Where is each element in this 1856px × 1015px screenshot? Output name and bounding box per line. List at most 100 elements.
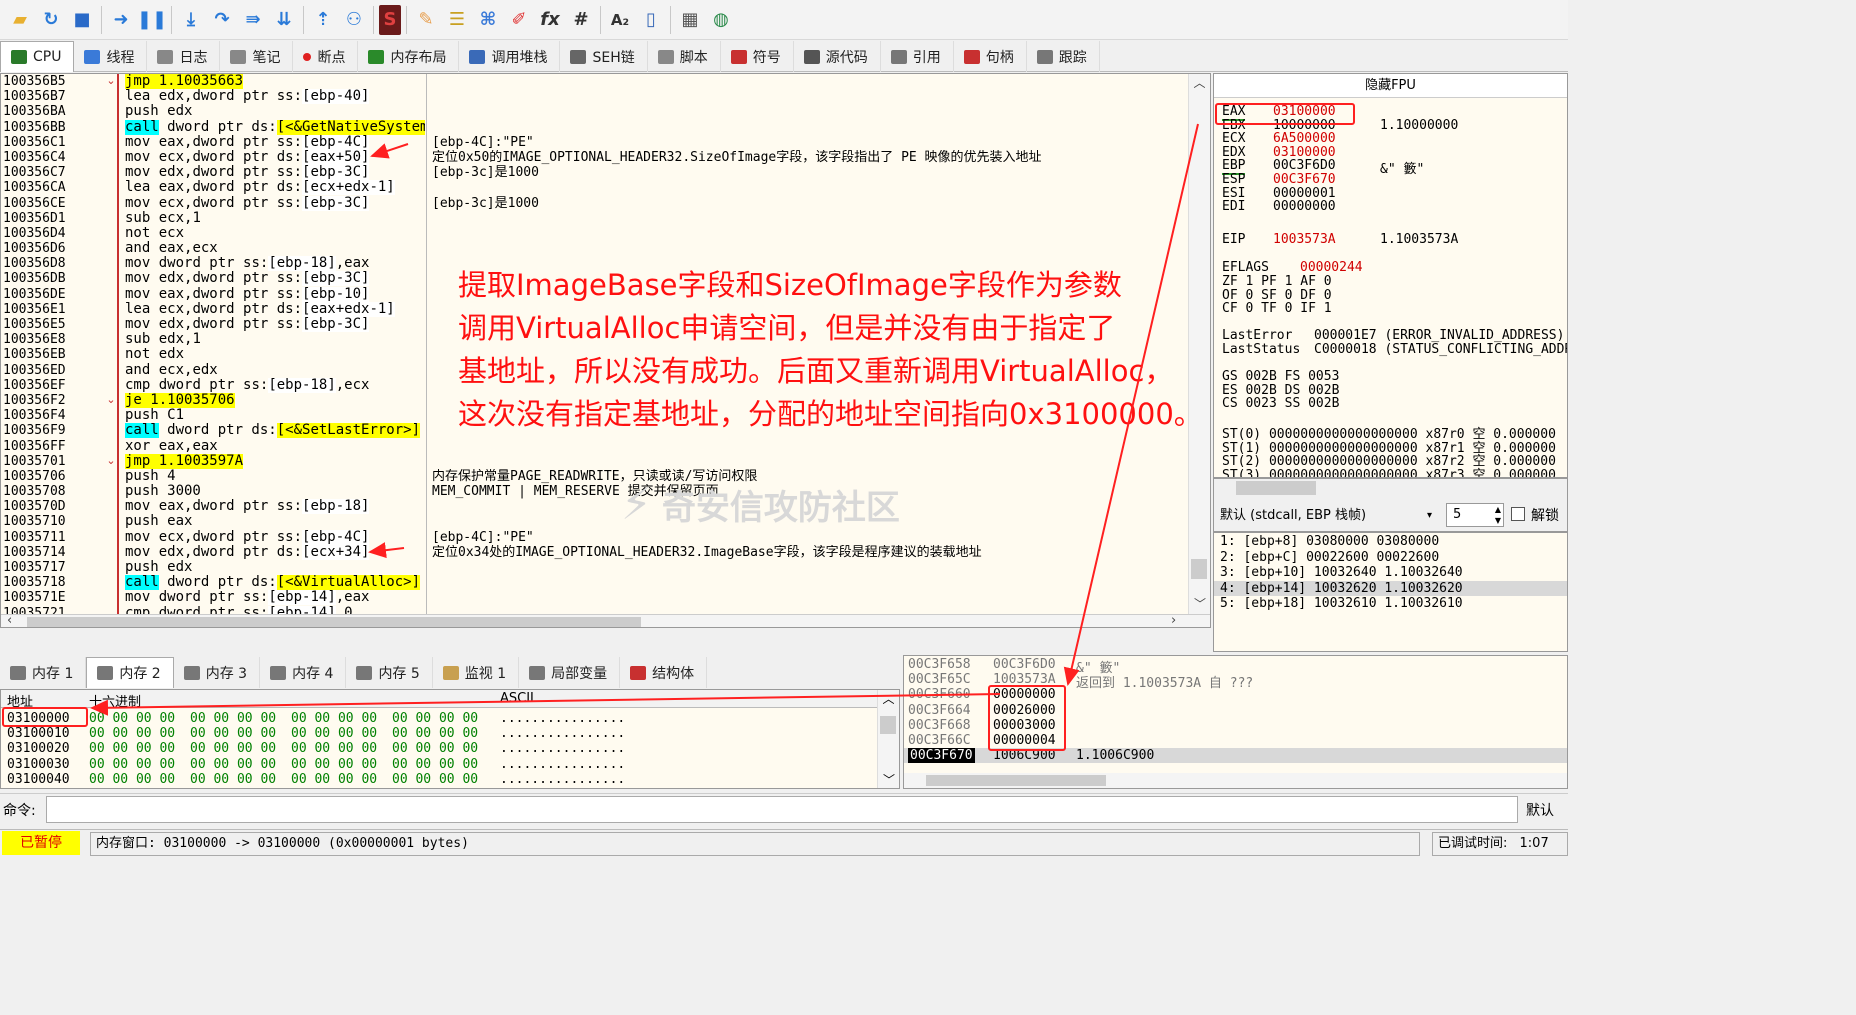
- disasm-instruction[interactable]: lea eax,dword ptr ds:[ecx+edx-1]: [125, 180, 425, 196]
- stack-argument-row[interactable]: 3: [ebp+10] 10032640 1.10032640: [1214, 565, 1567, 581]
- hex-group[interactable]: 00 00 00 00: [291, 726, 377, 741]
- disasm-instruction[interactable]: jmp 1.1003597A: [125, 453, 425, 469]
- hex-group[interactable]: 00 00 00 00: [392, 711, 478, 726]
- label-icon[interactable]: ⌘: [474, 5, 502, 35]
- dump-address[interactable]: 03100010: [7, 726, 70, 741]
- hex-group[interactable]: 00 00 00 00: [291, 741, 377, 756]
- scroll-thumb[interactable]: [1191, 559, 1207, 579]
- memtab-7[interactable]: 结构体: [620, 657, 708, 688]
- tab-cpu[interactable]: CPU: [0, 41, 75, 72]
- disasm-instruction[interactable]: cmp dword ptr ss:[ebp-14],0: [125, 605, 425, 614]
- disasm-address[interactable]: 100356F9: [3, 423, 103, 438]
- dump-row[interactable]: 03100000 00 00 00 00 00 00 00 00 00 00 00 0…: [1, 711, 881, 726]
- disasm-instruction[interactable]: sub ecx,1: [125, 211, 425, 226]
- stack-argument-row[interactable]: 2: [ebp+C] 00022600 00022600: [1214, 550, 1567, 566]
- dump-address[interactable]: 03100030: [7, 757, 70, 772]
- tab-call-stack[interactable]: 调用堆栈: [459, 41, 561, 72]
- disasm-instruction[interactable]: mov eax,dword ptr ss:[ebp-4C]: [125, 134, 425, 150]
- scroll-up-arrow-icon[interactable]: ︿: [1189, 74, 1210, 91]
- dump-row[interactable]: 03100030 00 00 00 00 00 00 00 00 00 00 00 0…: [1, 757, 881, 772]
- disasm-address[interactable]: 100356E8: [3, 332, 103, 347]
- disasm-instruction[interactable]: xor eax,eax: [125, 439, 425, 454]
- ascii-text[interactable]: ................: [500, 757, 625, 772]
- disasm-address[interactable]: 100356C4: [3, 150, 103, 165]
- disasm-address[interactable]: 100356DE: [3, 287, 103, 302]
- disasm-instruction[interactable]: not ecx: [125, 226, 425, 241]
- stack-address[interactable]: 00C3F670: [908, 748, 975, 764]
- execute-till-return-icon[interactable]: ⇡: [309, 5, 337, 35]
- disasm-address[interactable]: 100356ED: [3, 363, 103, 378]
- globe-icon[interactable]: ◍: [707, 5, 735, 35]
- disasm-address[interactable]: 100356D6: [3, 241, 103, 256]
- tab-seh[interactable]: SEH链: [560, 41, 648, 72]
- stack-row[interactable]: 00C3F658 00C3F6D0 &" 籔": [904, 657, 1567, 676]
- disassembly-pane[interactable]: 100356B5 100356B7 100356BA 100356BB 100356C1…: [0, 73, 1211, 628]
- disasm-instruction[interactable]: mov edx,dword ptr ds:[ecx+34]: [125, 544, 425, 560]
- disasm-instruction[interactable]: lea ecx,dword ptr ds:[eax+edx-1]: [125, 301, 425, 317]
- disasm-address[interactable]: 100356BA: [3, 104, 103, 119]
- memory-dump-pane[interactable]: 地址 十六进制 ASCII 03100000 00 00 00 00 00 00 0…: [0, 689, 900, 789]
- disasm-instruction[interactable]: mov eax,dword ptr ss:[ebp-18]: [125, 499, 425, 515]
- disasm-instruction[interactable]: call dword ptr ds:[<&VirtualAlloc>]: [125, 575, 425, 591]
- dump-address[interactable]: 03100040: [7, 772, 70, 787]
- hex-group[interactable]: 00 00 00 00: [89, 757, 175, 772]
- tab-notes[interactable]: 笔记: [220, 41, 294, 72]
- step-over-icon[interactable]: ↷: [208, 5, 236, 35]
- run-icon[interactable]: ➜: [107, 5, 135, 35]
- disasm-instruction[interactable]: mov edx,dword ptr ss:[ebp-3C]: [125, 165, 425, 181]
- disasm-instruction[interactable]: mov edx,dword ptr ss:[ebp-3C]: [125, 317, 425, 332]
- hex-group[interactable]: 00 00 00 00: [89, 772, 175, 787]
- hex-group[interactable]: 00 00 00 00: [190, 711, 276, 726]
- calling-convention-select[interactable]: 默认 (stdcall, EBP 栈帧) ▾: [1218, 505, 1438, 527]
- command-mode-select[interactable]: 默认: [1526, 800, 1554, 820]
- stack-address[interactable]: 00C3F660: [908, 687, 971, 702]
- disasm-instruction[interactable]: je 1.10035706: [125, 392, 425, 408]
- scroll-down-arrow-icon[interactable]: ﹀: [878, 771, 899, 788]
- scroll-down-arrow-icon[interactable]: ﹀: [1189, 595, 1210, 612]
- stack-argument-row[interactable]: 5: [ebp+18] 10032610 1.10032610: [1214, 596, 1567, 612]
- dump-vertical-scrollbar[interactable]: ︿ ﹀: [877, 690, 899, 788]
- disasm-instruction[interactable]: and eax,ecx: [125, 241, 425, 256]
- ascii-text[interactable]: ................: [500, 741, 625, 756]
- argument-count-stepper[interactable]: 5 ▲ ▼: [1446, 503, 1504, 527]
- disasm-instruction[interactable]: not edx: [125, 347, 425, 362]
- disasm-address[interactable]: 100356E5: [3, 317, 103, 332]
- stack-arguments-pane[interactable]: 1: [ebp+8] 03080000 03080000 2: [ebp+C] 0…: [1213, 532, 1568, 652]
- disasm-instruction[interactable]: mov eax,dword ptr ss:[ebp-10]: [125, 286, 425, 302]
- tab-handles[interactable]: 句柄: [954, 41, 1027, 72]
- scroll-thumb[interactable]: [926, 775, 1106, 786]
- disasm-address[interactable]: 100356DB: [3, 271, 103, 286]
- scroll-thumb[interactable]: [27, 617, 641, 627]
- disasm-address[interactable]: 100356F2: [3, 393, 103, 408]
- function-icon[interactable]: fx: [536, 5, 564, 35]
- disasm-instruction[interactable]: cmp dword ptr ss:[ebp-18],ecx: [125, 377, 425, 393]
- command-input[interactable]: [46, 796, 1518, 823]
- step-into-icon[interactable]: ⤓: [177, 5, 205, 35]
- disasm-instruction[interactable]: mov dword ptr ss:[ebp-18],eax: [125, 256, 425, 272]
- bandage-icon[interactable]: ✎: [412, 5, 440, 35]
- disasm-instruction[interactable]: lea edx,dword ptr ss:[ebp-40]: [125, 89, 425, 105]
- disasm-address[interactable]: 1003570D: [3, 499, 103, 514]
- disasm-address[interactable]: 100356FF: [3, 439, 103, 454]
- disasm-address[interactable]: 100356CE: [3, 196, 103, 211]
- segment-row[interactable]: CS 0023 SS 002B: [1222, 396, 1339, 411]
- disasm-address[interactable]: 100356CA: [3, 180, 103, 195]
- stack-address[interactable]: 00C3F66C: [908, 733, 971, 748]
- memtab-6[interactable]: 局部变量: [519, 657, 621, 688]
- disasm-address[interactable]: 10035717: [3, 560, 103, 575]
- scroll-up-arrow-icon[interactable]: ︿: [878, 690, 899, 707]
- hex-group[interactable]: 00 00 00 00: [392, 772, 478, 787]
- disasm-address[interactable]: 100356F4: [3, 408, 103, 423]
- hex-group[interactable]: 00 00 00 00: [291, 757, 377, 772]
- hex-group[interactable]: 00 00 00 00: [392, 726, 478, 741]
- disasm-address[interactable]: 100356EF: [3, 378, 103, 393]
- hide-fpu-toggle[interactable]: 隐藏FPU: [1214, 74, 1567, 98]
- tab-symbol[interactable]: 符号: [721, 41, 794, 72]
- tab-thread[interactable]: 线程: [74, 41, 148, 72]
- trace-over-icon[interactable]: ⇊: [270, 5, 298, 35]
- disasm-instruction[interactable]: push edx: [125, 104, 425, 119]
- memtab-0[interactable]: 内存 1: [0, 657, 87, 688]
- device-icon[interactable]: ▯: [637, 5, 665, 35]
- hex-group[interactable]: 00 00 00 00: [392, 741, 478, 756]
- ascii-text[interactable]: ................: [500, 726, 625, 741]
